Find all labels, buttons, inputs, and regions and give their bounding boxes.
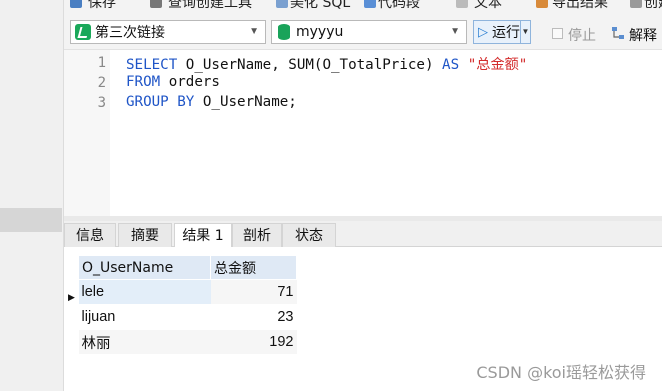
run-dropdown-icon[interactable]: ▼ <box>520 21 530 43</box>
cell-total[interactable]: 23 <box>210 304 297 330</box>
code-line-3: GROUP BY O_UserName; <box>126 94 297 110</box>
toolbar-beautify-sql[interactable]: 美化 SQL <box>290 0 350 12</box>
left-sidebar <box>0 0 64 391</box>
run-button[interactable]: ▷ 运行 ▼ <box>473 20 531 44</box>
line-number: 2 <box>97 75 106 91</box>
play-icon: ▷ <box>478 24 488 39</box>
database-select[interactable]: myyyu ▼ <box>271 20 467 44</box>
cell-total[interactable]: 192 <box>210 329 297 355</box>
save-icon <box>70 0 82 8</box>
toolbar-query-builder[interactable]: 查询创建工具 <box>168 0 252 12</box>
code-line-1: SELECT O_UserName, SUM(O_TotalPrice) AS … <box>126 57 528 73</box>
column-header-total[interactable]: 总金额 <box>210 255 297 280</box>
watermark: CSDN @koi瑶轻松获得 <box>476 363 646 382</box>
query-toolbar: 第三次链接 ▼ myyyu ▼ ▷ 运行 ▼ 停止 解释 <box>64 12 662 50</box>
tab-result-1[interactable]: 结果 1 <box>174 223 232 248</box>
cell-total[interactable]: 71 <box>210 279 297 305</box>
current-row-indicator-icon: ▶ <box>68 292 75 302</box>
tab-status[interactable]: 状态 <box>282 223 336 247</box>
toolbar-export-result[interactable]: 导出结果 <box>552 0 608 12</box>
code-line-2: FROM orders <box>126 74 220 90</box>
export-result-icon <box>536 0 548 8</box>
toolbar-create[interactable]: 创建 <box>644 0 662 12</box>
run-label: 运行 <box>492 25 520 41</box>
cell-username[interactable]: 林丽 <box>78 329 211 355</box>
sidebar-selected-item[interactable] <box>0 208 62 232</box>
chevron-down-icon: ▼ <box>450 26 460 37</box>
column-header-username[interactable]: O_UserName <box>78 255 211 280</box>
line-number: 3 <box>97 95 106 111</box>
beautify-sql-icon <box>276 0 288 8</box>
main-toolbar: 保存 查询创建工具 美化 SQL 代码段 文本 导出结果 创建 <box>64 0 662 12</box>
tab-info[interactable]: 信息 <box>64 223 116 247</box>
code-snippet-icon <box>364 0 376 8</box>
result-grid-area: ▶ O_UserName 总金额 lele 71 lijuan 23 林丽 19… <box>64 247 662 391</box>
row-indicator-column: ▶ <box>64 255 78 353</box>
result-tabs: 信息 摘要 结果 1 剖析 状态 <box>64 221 662 248</box>
text-icon <box>456 0 468 8</box>
query-builder-icon <box>150 0 162 8</box>
cell-username[interactable]: lijuan <box>78 304 211 330</box>
line-number: 1 <box>97 55 106 71</box>
tab-summary[interactable]: 摘要 <box>118 223 172 247</box>
stop-icon <box>552 28 563 39</box>
toolbar-save[interactable]: 保存 <box>88 0 116 12</box>
tab-profile[interactable]: 剖析 <box>232 223 282 247</box>
result-grid: O_UserName 总金额 lele 71 lijuan 23 林丽 192 <box>78 255 297 355</box>
stop-button[interactable]: 停止 <box>568 25 596 45</box>
connection-select[interactable]: 第三次链接 ▼ <box>70 20 266 44</box>
chevron-down-icon: ▼ <box>249 26 259 37</box>
create-icon <box>630 0 642 8</box>
connection-icon <box>75 24 91 40</box>
explain-icon <box>612 27 624 39</box>
table-row[interactable]: 林丽 192 <box>78 329 297 355</box>
connection-value: 第三次链接 <box>95 25 165 41</box>
sql-editor[interactable]: 1 2 3 SELECT O_UserName, SUM(O_TotalPric… <box>64 50 662 216</box>
database-icon <box>278 24 290 40</box>
table-row[interactable]: lele 71 <box>78 279 297 305</box>
table-row[interactable]: lijuan 23 <box>78 304 297 330</box>
toolbar-text[interactable]: 文本 <box>474 0 502 12</box>
cell-username[interactable]: lele <box>78 279 211 305</box>
toolbar-code-snippet[interactable]: 代码段 <box>378 0 420 12</box>
explain-button[interactable]: 解释 <box>629 25 657 45</box>
line-number-gutter: 1 2 3 <box>64 50 110 216</box>
database-value: myyyu <box>296 24 344 40</box>
